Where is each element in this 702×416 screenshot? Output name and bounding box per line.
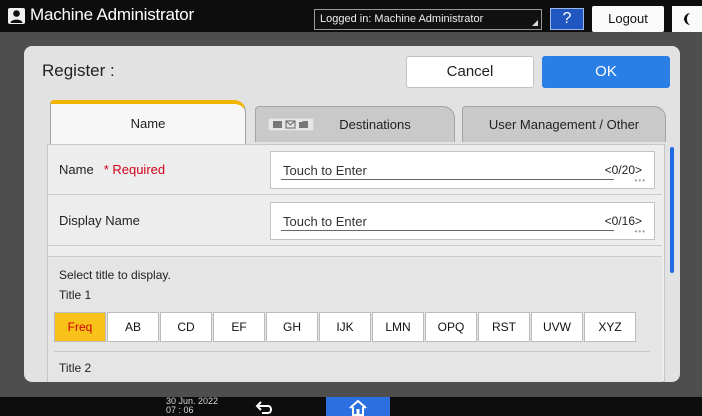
home-icon	[349, 399, 367, 416]
title-2-label: Title 2	[59, 361, 92, 375]
name-placeholder: Touch to Enter	[283, 163, 367, 178]
tab-bar: Name Destinations User Management / Othe…	[24, 100, 680, 144]
ellipsis-icon: •••	[634, 176, 646, 185]
title-button-xyz[interactable]: XYZ	[584, 312, 636, 342]
input-underline	[281, 179, 614, 180]
page-title: Register :	[42, 61, 115, 80]
title-button-opq[interactable]: OPQ	[425, 312, 477, 342]
back-arrow-icon	[255, 401, 272, 414]
cancel-button[interactable]: Cancel	[406, 56, 534, 88]
scrollbar[interactable]	[670, 147, 674, 273]
title-instruction: Select title to display.	[59, 268, 171, 282]
divider	[54, 351, 650, 352]
login-status-text: Logged in: Machine Administrator	[320, 13, 484, 25]
help-button[interactable]: ?	[550, 8, 584, 30]
logout-button[interactable]: Logout	[592, 6, 664, 32]
login-status[interactable]: Logged in: Machine Administrator	[314, 9, 542, 30]
destination-type-icon	[268, 118, 314, 131]
tab-label: User Management / Other	[488, 117, 640, 132]
display-name-input[interactable]: Touch to Enter <0/16> •••	[270, 202, 655, 240]
home-button[interactable]	[326, 397, 390, 416]
display-name-field-row: Display Name Touch to Enter <0/16> •••	[48, 196, 662, 246]
date-time: 30 Jun. 2022 07 : 06	[166, 397, 218, 415]
form-content: Name * Required Touch to Enter <0/20> •••…	[47, 144, 665, 382]
title-section: Select title to display. Title 1 Freq AB…	[48, 256, 662, 382]
title-button-ef[interactable]: EF	[213, 312, 265, 342]
energy-saver-button[interactable]	[672, 6, 702, 32]
title-button-rst[interactable]: RST	[478, 312, 530, 342]
tab-label: Destinations	[339, 117, 411, 132]
required-indicator: * Required	[103, 162, 166, 177]
title-button-gh[interactable]: GH	[266, 312, 318, 342]
bottom-bar: 30 Jun. 2022 07 : 06	[0, 397, 702, 416]
name-field-row: Name * Required Touch to Enter <0/20> •••	[48, 145, 662, 195]
tab-name[interactable]: Name	[50, 100, 246, 144]
time: 07 : 06	[166, 405, 194, 415]
name-char-count: <0/20>	[604, 163, 642, 177]
moon-icon	[684, 13, 690, 25]
input-underline	[281, 230, 614, 231]
user-name: Machine Administrator	[30, 5, 194, 24]
name-label: Name * Required	[59, 162, 166, 177]
title-button-freq[interactable]: Freq	[54, 312, 106, 342]
ok-button[interactable]: OK	[542, 56, 670, 88]
corner-triangle-icon	[532, 20, 538, 26]
name-input[interactable]: Touch to Enter <0/20> •••	[270, 151, 655, 189]
back-button[interactable]	[250, 397, 280, 416]
title-button-cd[interactable]: CD	[160, 312, 212, 342]
display-name-label: Display Name	[59, 213, 140, 228]
top-bar: Machine Administrator Logged in: Machine…	[0, 0, 702, 32]
user-icon	[8, 8, 25, 24]
tab-label: Name	[130, 116, 166, 131]
title-button-ab[interactable]: AB	[107, 312, 159, 342]
display-name-placeholder: Touch to Enter	[283, 214, 367, 229]
ellipsis-icon: •••	[634, 227, 646, 236]
title-button-uvw[interactable]: UVW	[531, 312, 583, 342]
title-button-group: Freq AB CD EF GH IJK LMN OPQ RST UVW XYZ	[54, 312, 637, 342]
display-name-char-count: <0/16>	[604, 214, 642, 228]
title-button-lmn[interactable]: LMN	[372, 312, 424, 342]
register-panel: Register : Cancel OK Name Destinations U…	[24, 46, 680, 382]
title-button-ijk[interactable]: IJK	[319, 312, 371, 342]
title-1-label: Title 1	[59, 288, 92, 302]
tab-user-management[interactable]: User Management / Other	[462, 106, 666, 142]
tab-destinations[interactable]: Destinations	[255, 106, 455, 142]
